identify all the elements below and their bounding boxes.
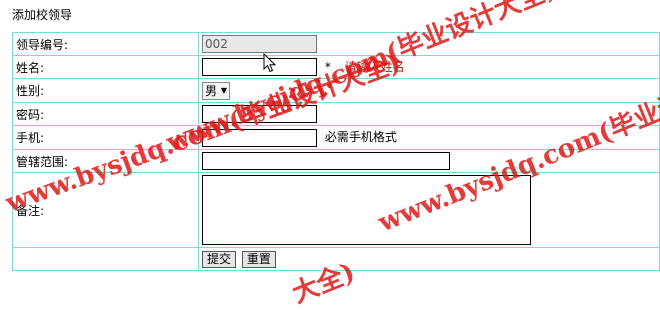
leader-id-label: 领导编号: xyxy=(12,32,199,56)
mouse-pointer-icon xyxy=(263,53,277,73)
gender-cell: 男 ▼ xyxy=(198,78,660,103)
remarks-cell xyxy=(198,172,660,248)
row-actions: 提交 重置 xyxy=(12,247,660,271)
phone-label: 手机: xyxy=(12,125,199,150)
gender-label: 性别: xyxy=(12,78,199,103)
actions-cell: 提交 重置 xyxy=(198,247,660,271)
password-label: 密码: xyxy=(12,102,199,126)
name-input[interactable] xyxy=(202,58,317,77)
row-remarks: 备注: xyxy=(12,172,660,248)
submit-button[interactable]: 提交 xyxy=(202,250,237,268)
required-mark: * xyxy=(324,59,331,74)
row-leader-id: 领导编号: xyxy=(12,32,660,56)
remarks-label: 备注: xyxy=(12,172,199,248)
gender-selected-value: 男 xyxy=(205,83,218,98)
row-name: 姓名: * 请输入姓名 xyxy=(12,55,660,79)
dropdown-arrow-icon: ▼ xyxy=(220,85,227,95)
leader-id-input[interactable] xyxy=(202,35,317,53)
row-scope: 管辖范围: xyxy=(12,149,660,173)
row-password: 密码: xyxy=(12,102,660,126)
actions-spacer xyxy=(12,247,199,271)
phone-input[interactable] xyxy=(202,128,317,147)
gender-select[interactable]: 男 ▼ xyxy=(202,81,230,100)
reset-button[interactable]: 重置 xyxy=(241,250,276,268)
row-gender: 性别: 男 ▼ xyxy=(12,78,660,103)
name-label: 姓名: xyxy=(12,55,199,79)
password-cell xyxy=(198,102,660,126)
phone-hint: 必需手机格式 xyxy=(324,130,397,145)
name-hint: 请输入姓名 xyxy=(344,59,405,74)
password-input[interactable] xyxy=(202,105,317,123)
phone-cell: 必需手机格式 xyxy=(198,125,660,150)
page-title: 添加校领导 xyxy=(12,8,73,22)
row-phone: 手机: 必需手机格式 xyxy=(12,125,660,150)
scope-input[interactable] xyxy=(202,152,450,170)
add-leader-form: 领导编号: 姓名: * 请输入姓名 性别: 男▼ 密码: 手机: 必需手机格式 … xyxy=(12,32,660,271)
scope-label: 管辖范围: xyxy=(12,149,199,173)
remarks-textarea[interactable] xyxy=(202,175,531,245)
scope-cell xyxy=(198,149,660,173)
